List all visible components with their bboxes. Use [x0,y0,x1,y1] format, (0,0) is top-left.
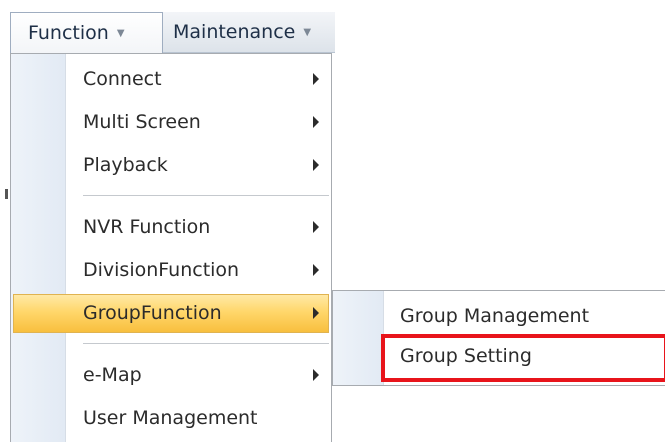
screenshot-stage: Function ▼ Maintenance ▼ Connect Multi Scr… [0,0,665,442]
menu-item-e-map[interactable]: e-Map [11,355,331,396]
menu-item-label: Connect [83,68,162,90]
chevron-right-icon [313,369,319,381]
menu-function[interactable]: Function ▼ [10,12,163,53]
menu-item-label: DivisionFunction [83,259,240,281]
menu-item-label: e-Map [83,364,142,386]
menu-item-label: Group Management [400,305,590,327]
chevron-right-icon [313,307,319,319]
chevron-right-icon [313,159,319,171]
chevron-right-icon [313,264,319,276]
menu-item-label: NVR Function [83,216,211,238]
menu-separator [83,195,329,197]
chevron-down-icon: ▼ [303,26,312,38]
menu-item-multi-screen[interactable]: Multi Screen [11,102,331,143]
chevron-down-icon: ▼ [116,27,125,39]
menu-maintenance[interactable]: Maintenance ▼ [170,12,338,52]
chevron-right-icon [313,73,319,85]
menu-item-playback[interactable]: Playback [11,145,331,186]
chevron-right-icon [313,116,319,128]
menu-item-group-management[interactable]: Group Management [333,296,665,337]
menu-function-label: Function [28,22,109,44]
menu-item-label: Multi Screen [83,111,201,133]
menu-item-user-management[interactable]: User Management [11,398,331,439]
highlight-annotation-box [381,334,665,382]
menu-item-label: GroupFunction [83,302,222,324]
menu-bar: Function ▼ Maintenance ▼ [10,12,335,53]
menu-item-label: Playback [83,154,168,176]
menu-item-group-function[interactable]: GroupFunction [11,293,331,334]
menu-item-division-function[interactable]: DivisionFunction [11,250,331,291]
menu-item-label: User Management [83,407,258,429]
chevron-right-icon [313,221,319,233]
menu-item-connect[interactable]: Connect [11,59,331,100]
menu-maintenance-label: Maintenance [173,21,296,43]
window-edge-mark [5,189,8,199]
function-dropdown-menu: Connect Multi Screen Playback NVR Functi… [10,53,332,442]
menu-separator [83,343,329,345]
menu-item-nvr-function[interactable]: NVR Function [11,207,331,248]
